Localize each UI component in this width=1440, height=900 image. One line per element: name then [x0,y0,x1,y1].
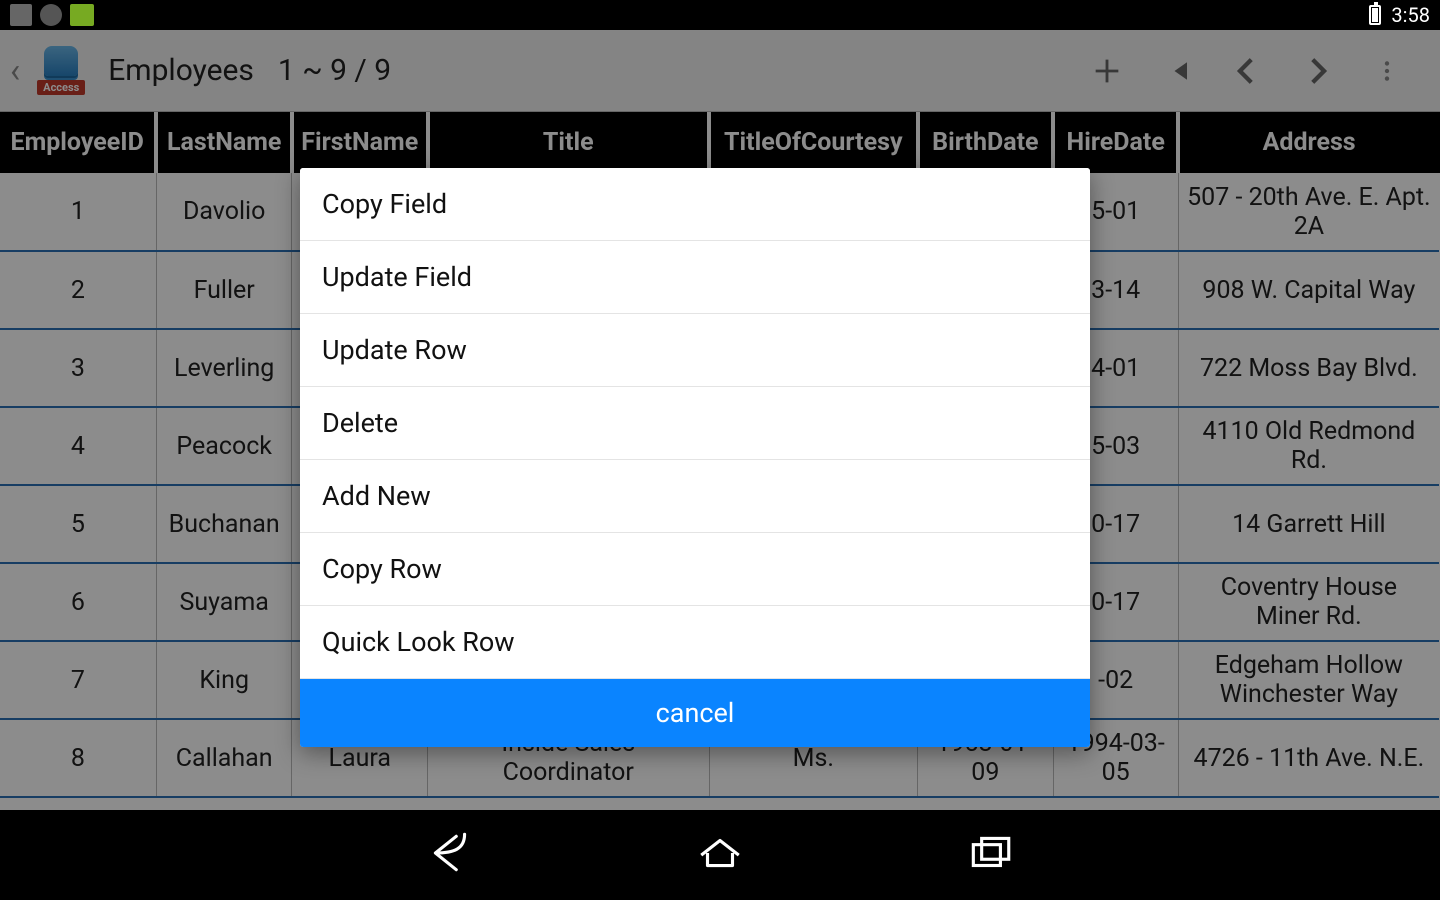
nav-recents-button[interactable] [965,828,1015,882]
menu-cancel-button[interactable]: cancel [300,679,1090,747]
status-icon-2 [40,4,62,26]
status-clock: 3:58 [1391,3,1430,27]
menu-quick-look-row[interactable]: Quick Look Row [300,606,1090,679]
menu-copy-field[interactable]: Copy Field [300,168,1090,241]
status-left-icons [10,4,94,26]
context-menu-dialog: Copy Field Update Field Update Row Delet… [300,168,1090,747]
status-icon-3 [70,4,94,26]
menu-add-new[interactable]: Add New [300,460,1090,533]
system-nav-bar [0,810,1440,900]
status-right: 3:58 [1369,3,1430,27]
menu-delete[interactable]: Delete [300,387,1090,460]
recents-icon [965,828,1015,878]
menu-update-field[interactable]: Update Field [300,241,1090,314]
menu-update-row[interactable]: Update Row [300,314,1090,387]
battery-icon [1369,5,1381,25]
status-bar: 3:58 [0,0,1440,30]
home-icon [695,828,745,878]
nav-back-button[interactable] [425,828,475,882]
status-icon-1 [10,4,32,26]
menu-copy-row[interactable]: Copy Row [300,533,1090,606]
back-icon [425,828,475,878]
nav-home-button[interactable] [695,828,745,882]
